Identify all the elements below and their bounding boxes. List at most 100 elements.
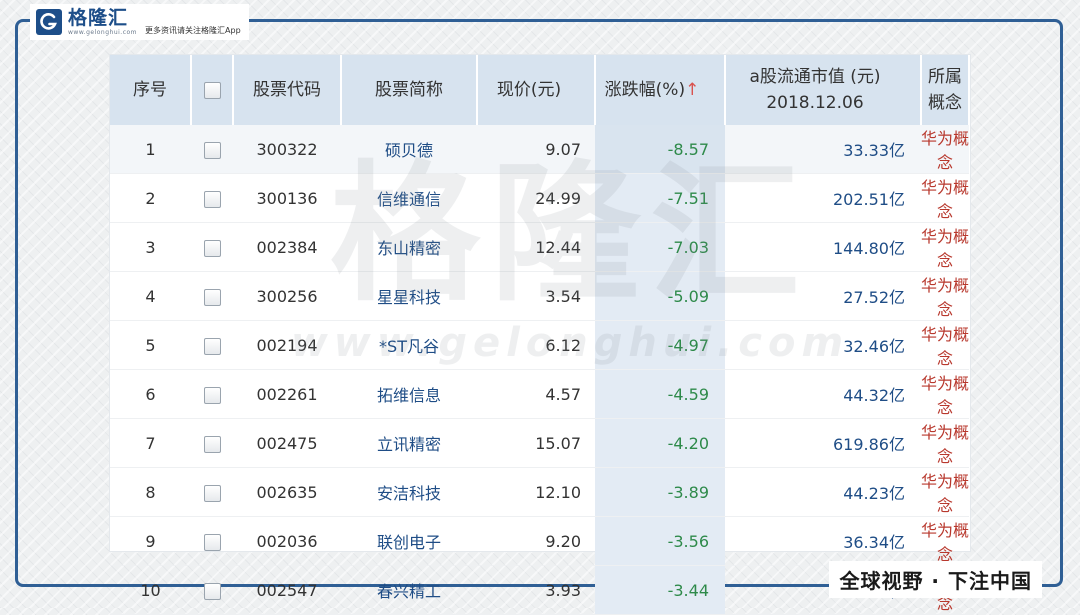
table-row[interactable]: 1 300322 硕贝德 9.07 -8.57 33.33亿 华为概念 [110,125,969,174]
stock-code[interactable]: 002036 [233,516,341,566]
row-index: 2 [110,173,191,223]
header-change[interactable]: 涨跌幅(%)↑ [595,55,726,125]
row-select [191,271,233,321]
stock-price: 15.07 [477,418,595,468]
stock-market-cap: 33.33亿 [725,125,921,174]
header-market-cap[interactable]: a股流通市值 (元) 2018.12.06 [725,55,922,125]
row-checkbox[interactable] [203,582,221,600]
row-checkbox[interactable] [203,484,221,502]
row-checkbox[interactable] [203,288,221,306]
row-checkbox[interactable] [203,435,221,453]
stock-name[interactable]: 春兴精工 [341,565,477,615]
table-row[interactable]: 3 002384 东山精密 12.44 -7.03 144.80亿 华为概念 [110,222,969,272]
stock-market-cap: 202.51亿 [725,173,921,223]
stock-market-cap: 144.80亿 [725,222,921,272]
stock-change: -3.56 [595,516,725,566]
stock-code[interactable]: 002384 [233,222,341,272]
stock-price: 9.20 [477,516,595,566]
stock-table-panel: 序号 股票代码 股票简称 现价(元) 涨跌幅(%)↑ a股流通市值 (元) 20… [110,55,970,615]
stock-price: 3.93 [477,565,595,615]
stock-concept: 华为概念 [921,222,969,272]
table-row[interactable]: 6 002261 拓维信息 4.57 -4.59 44.32亿 华为概念 [110,369,969,419]
table-row[interactable]: 4 300256 星星科技 3.54 -5.09 27.52亿 华为概念 [110,271,969,321]
stock-name[interactable]: 安洁科技 [341,467,477,517]
brand-g-icon [36,9,62,35]
stock-change: -5.09 [595,271,725,321]
stock-name[interactable]: 联创电子 [341,516,477,566]
stock-change: -7.03 [595,222,725,272]
stock-code[interactable]: 002635 [233,467,341,517]
stock-code[interactable]: 002261 [233,369,341,419]
stock-concept: 华为概念 [921,271,969,321]
stock-code[interactable]: 002547 [233,565,341,615]
stock-change: -3.89 [595,467,725,517]
stock-code[interactable]: 300322 [233,125,341,174]
brand-slogan: 更多资讯请关注格隆汇App [145,26,241,35]
stock-change: -4.97 [595,320,725,370]
stock-table: 序号 股票代码 股票简称 现价(元) 涨跌幅(%)↑ a股流通市值 (元) 20… [110,55,970,615]
row-select [191,173,233,223]
stock-price: 3.54 [477,271,595,321]
stock-name[interactable]: 东山精密 [341,222,477,272]
header-market-cap-date: 2018.12.06 [766,93,864,113]
row-checkbox[interactable] [203,386,221,404]
stock-name[interactable]: 硕贝德 [341,125,477,174]
stock-name[interactable]: 星星科技 [341,271,477,321]
stock-code[interactable]: 002194 [233,320,341,370]
row-select [191,467,233,517]
table-row[interactable]: 7 002475 立讯精密 15.07 -4.20 619.86亿 华为概念 [110,418,969,468]
row-checkbox[interactable] [203,141,221,159]
row-select [191,222,233,272]
header-concept[interactable]: 所属概念 [921,55,970,125]
stock-concept: 华为概念 [921,369,969,419]
stock-change: -8.57 [595,125,725,174]
stock-market-cap: 36.34亿 [725,516,921,566]
table-row[interactable]: 9 002036 联创电子 9.20 -3.56 36.34亿 华为概念 [110,516,969,566]
stock-code[interactable]: 300256 [233,271,341,321]
table-row[interactable]: 8 002635 安洁科技 12.10 -3.89 44.23亿 华为概念 [110,467,969,517]
stock-market-cap: 32.46亿 [725,320,921,370]
row-index: 10 [110,565,191,615]
row-index: 9 [110,516,191,566]
row-checkbox[interactable] [203,239,221,257]
header-name[interactable]: 股票简称 [341,55,478,125]
stock-market-cap: 27.52亿 [725,271,921,321]
stock-name[interactable]: 拓维信息 [341,369,477,419]
header-code[interactable]: 股票代码 [233,55,342,125]
header-price[interactable]: 现价(元) [477,55,596,125]
header-change-label: 涨跌幅(%) [604,80,686,100]
row-select [191,320,233,370]
stock-price: 12.10 [477,467,595,517]
stock-name[interactable]: 立讯精密 [341,418,477,468]
stock-name[interactable]: *ST凡谷 [341,320,477,370]
stock-price: 12.44 [477,222,595,272]
header-select-all[interactable] [191,55,234,125]
brand-url: www.gelonghui.com [68,28,138,36]
stock-name[interactable]: 信维通信 [341,173,477,223]
row-checkbox[interactable] [203,533,221,551]
row-index: 4 [110,271,191,321]
stock-market-cap: 619.86亿 [725,418,921,468]
stock-market-cap: 44.32亿 [725,369,921,419]
row-select [191,418,233,468]
stock-price: 9.07 [477,125,595,174]
row-index: 7 [110,418,191,468]
table-header-row: 序号 股票代码 股票简称 现价(元) 涨跌幅(%)↑ a股流通市值 (元) 20… [110,55,970,125]
row-index: 6 [110,369,191,419]
stock-market-cap: 44.23亿 [725,467,921,517]
stock-code[interactable]: 300136 [233,173,341,223]
stock-change: -3.44 [595,565,725,615]
row-checkbox[interactable] [203,337,221,355]
select-all-checkbox[interactable] [203,81,221,99]
stock-price: 6.12 [477,320,595,370]
row-select [191,125,233,174]
stock-concept: 华为概念 [921,516,969,566]
header-index[interactable]: 序号 [110,55,192,125]
stock-code[interactable]: 002475 [233,418,341,468]
table-row[interactable]: 5 002194 *ST凡谷 6.12 -4.97 32.46亿 华为概念 [110,320,969,370]
stock-concept: 华为概念 [921,418,969,468]
row-index: 3 [110,222,191,272]
row-checkbox[interactable] [203,190,221,208]
table-row[interactable]: 2 300136 信维通信 24.99 -7.51 202.51亿 华为概念 [110,173,969,223]
row-select [191,516,233,566]
